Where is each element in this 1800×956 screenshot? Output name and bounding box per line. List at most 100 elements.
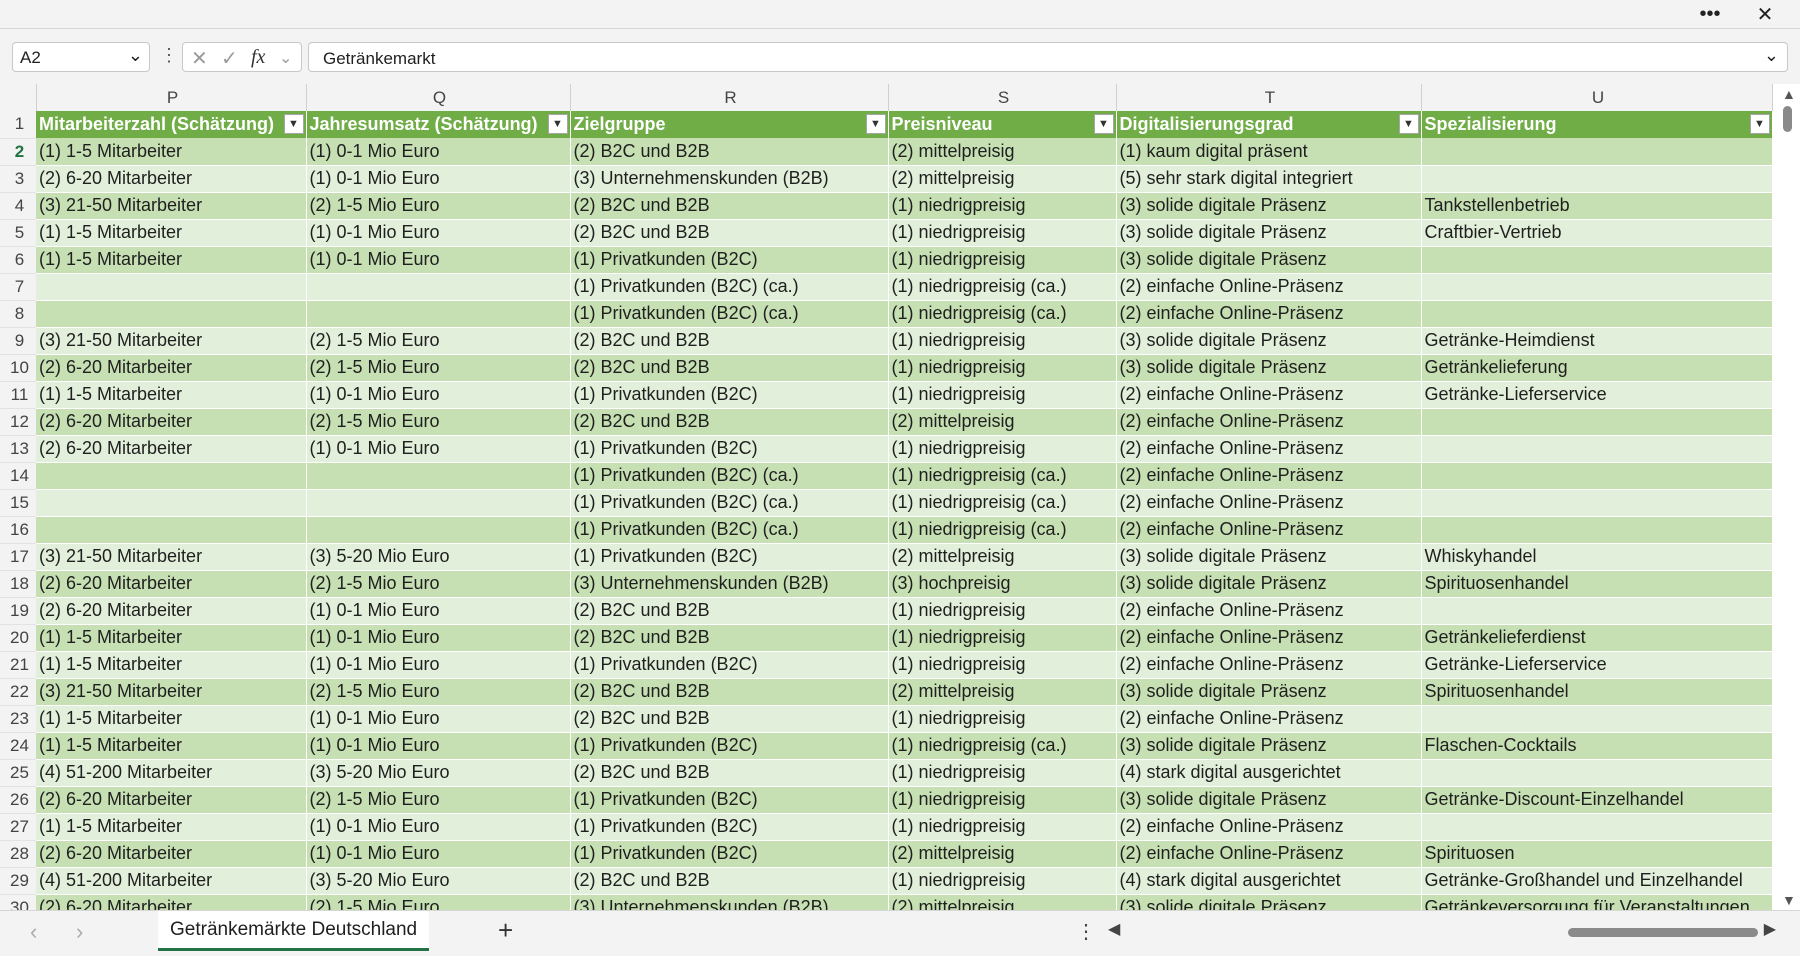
sheet-tab-active[interactable]: Getränkemärkte Deutschland	[158, 911, 430, 951]
table-cell[interactable]: (2) 6-20 Mitarbeiter	[36, 840, 307, 868]
close-icon[interactable]: ✕	[1745, 0, 1785, 28]
table-cell[interactable]: (1) 0-1 Mio Euro	[306, 435, 571, 463]
row-number[interactable]: 26	[0, 786, 36, 814]
table-cell[interactable]: (1) Privatkunden (B2C) (ca.)	[570, 300, 889, 328]
table-cell[interactable]: (1) Privatkunden (B2C) (ca.)	[570, 273, 889, 301]
table-cell[interactable]: Getränke-Heimdienst	[1421, 327, 1773, 355]
filter-dropdown-icon[interactable]: ▼	[1398, 114, 1419, 134]
row-number[interactable]: 28	[0, 840, 36, 868]
table-cell[interactable]: (1) 0-1 Mio Euro	[306, 219, 571, 247]
table-cell[interactable]: (1) 1-5 Mitarbeiter	[36, 732, 307, 760]
table-cell[interactable]: (2) 6-20 Mitarbeiter	[36, 408, 307, 436]
table-cell[interactable]: (1) 0-1 Mio Euro	[306, 624, 571, 652]
table-cell[interactable]: (3) Unternehmenskunden (B2B)	[570, 894, 889, 910]
table-cell[interactable]: (1) niedrigpreisig (ca.)	[888, 273, 1117, 301]
table-cell[interactable]	[36, 489, 307, 517]
table-cell[interactable]: Getränke-Lieferservice	[1421, 651, 1773, 679]
table-cell[interactable]: (2) B2C und B2B	[570, 624, 889, 652]
vertical-dots-icon[interactable]: ⋮	[1076, 919, 1096, 944]
row-number[interactable]: 9	[0, 327, 36, 355]
table-cell[interactable]: (2) einfache Online-Präsenz	[1116, 273, 1422, 301]
filter-dropdown-icon[interactable]: ▼	[283, 114, 304, 134]
table-cell[interactable]	[1421, 489, 1773, 517]
table-cell[interactable]: (1) niedrigpreisig	[888, 597, 1117, 625]
table-cell[interactable]: Tankstellenbetrieb	[1421, 192, 1773, 220]
table-cell[interactable]: (3) Unternehmenskunden (B2B)	[570, 570, 889, 598]
table-cell[interactable]: (1) niedrigpreisig (ca.)	[888, 732, 1117, 760]
table-cell[interactable]	[1421, 813, 1773, 841]
table-cell[interactable]: (1) Privatkunden (B2C)	[570, 732, 889, 760]
table-cell[interactable]	[306, 273, 571, 301]
table-cell[interactable]: (2) B2C und B2B	[570, 354, 889, 382]
table-cell[interactable]: (1) 0-1 Mio Euro	[306, 732, 571, 760]
table-cell[interactable]: (3) solide digitale Präsenz	[1116, 570, 1422, 598]
table-cell[interactable]: (1) 0-1 Mio Euro	[306, 840, 571, 868]
table-cell[interactable]: (2) mittelpreisig	[888, 678, 1117, 706]
table-cell[interactable]: (2) 1-5 Mio Euro	[306, 354, 571, 382]
table-cell[interactable]: (2) B2C und B2B	[570, 867, 889, 895]
table-cell[interactable]: (1) niedrigpreisig	[888, 651, 1117, 679]
table-header-cell[interactable]: Spezialisierung ▼	[1421, 111, 1773, 138]
row-number[interactable]: 29	[0, 867, 36, 895]
table-cell[interactable]: (1) Privatkunden (B2C)	[570, 840, 889, 868]
table-cell[interactable]: (1) Privatkunden (B2C) (ca.)	[570, 462, 889, 490]
table-cell[interactable]: (2) B2C und B2B	[570, 705, 889, 733]
row-number[interactable]: 20	[0, 624, 36, 652]
table-cell[interactable]: (2) einfache Online-Präsenz	[1116, 624, 1422, 652]
table-cell[interactable]	[1421, 273, 1773, 301]
table-cell[interactable]: (3) 21-50 Mitarbeiter	[36, 327, 307, 355]
table-cell[interactable]: (1) niedrigpreisig	[888, 354, 1117, 382]
table-cell[interactable]: (3) solide digitale Präsenz	[1116, 894, 1422, 910]
table-cell[interactable]: (1) 0-1 Mio Euro	[306, 165, 571, 193]
table-cell[interactable]: (2) 1-5 Mio Euro	[306, 678, 571, 706]
table-cell[interactable]: (2) B2C und B2B	[570, 327, 889, 355]
scroll-down-icon[interactable]: ▼	[1782, 892, 1796, 908]
table-cell[interactable]: (3) hochpreisig	[888, 570, 1117, 598]
table-cell[interactable]: (2) einfache Online-Präsenz	[1116, 300, 1422, 328]
row-number[interactable]: 30	[0, 894, 36, 910]
table-cell[interactable]	[1421, 435, 1773, 463]
horizontal-scrollbar[interactable]: ◀ ▶	[1108, 919, 1776, 945]
table-cell[interactable]	[36, 516, 307, 544]
select-all-corner[interactable]	[0, 84, 37, 111]
table-cell[interactable]: (1) 0-1 Mio Euro	[306, 705, 571, 733]
table-cell[interactable]: (1) niedrigpreisig	[888, 786, 1117, 814]
chevron-down-icon[interactable]: ⌄	[279, 48, 292, 68]
table-cell[interactable]	[306, 516, 571, 544]
table-cell[interactable]: (1) Privatkunden (B2C)	[570, 813, 889, 841]
table-cell[interactable]: (1) 0-1 Mio Euro	[306, 813, 571, 841]
table-cell[interactable]: (1) 1-5 Mitarbeiter	[36, 381, 307, 409]
table-cell[interactable]: (3) solide digitale Präsenz	[1116, 543, 1422, 571]
table-cell[interactable]: (2) 6-20 Mitarbeiter	[36, 570, 307, 598]
table-cell[interactable]: (2) mittelpreisig	[888, 543, 1117, 571]
table-cell[interactable]: (2) 6-20 Mitarbeiter	[36, 786, 307, 814]
table-cell[interactable]: Getränkeversorgung für Veranstaltungen	[1421, 894, 1773, 910]
scroll-thumb[interactable]	[1568, 928, 1758, 937]
table-cell[interactable]: (2) einfache Online-Präsenz	[1116, 435, 1422, 463]
table-cell[interactable]: (2) B2C und B2B	[570, 138, 889, 166]
table-cell[interactable]: (1) Privatkunden (B2C)	[570, 543, 889, 571]
table-cell[interactable]: (1) Privatkunden (B2C)	[570, 651, 889, 679]
table-cell[interactable]: (1) Privatkunden (B2C)	[570, 246, 889, 274]
cancel-icon[interactable]: ✕	[191, 46, 208, 71]
table-cell[interactable]	[36, 462, 307, 490]
table-cell[interactable]	[306, 300, 571, 328]
table-cell[interactable]: Spirituosenhandel	[1421, 570, 1773, 598]
table-cell[interactable]: (1) niedrigpreisig (ca.)	[888, 489, 1117, 517]
table-cell[interactable]: (2) B2C und B2B	[570, 678, 889, 706]
table-cell[interactable]: (1) Privatkunden (B2C)	[570, 435, 889, 463]
table-cell[interactable]: (2) B2C und B2B	[570, 759, 889, 787]
table-cell[interactable]: (1) 0-1 Mio Euro	[306, 246, 571, 274]
table-cell[interactable]: (3) solide digitale Präsenz	[1116, 354, 1422, 382]
table-cell[interactable]: (3) 5-20 Mio Euro	[306, 759, 571, 787]
scroll-right-icon[interactable]: ▶	[1764, 919, 1776, 939]
table-cell[interactable]	[1421, 408, 1773, 436]
filter-dropdown-icon[interactable]: ▼	[1093, 114, 1114, 134]
table-cell[interactable]	[1421, 246, 1773, 274]
table-cell[interactable]: (2) einfache Online-Präsenz	[1116, 489, 1422, 517]
table-cell[interactable]: (1) niedrigpreisig	[888, 624, 1117, 652]
column-header[interactable]: T	[1116, 84, 1422, 111]
table-cell[interactable]: (3) 5-20 Mio Euro	[306, 543, 571, 571]
table-cell[interactable]: (2) einfache Online-Präsenz	[1116, 381, 1422, 409]
table-cell[interactable]: (2) mittelpreisig	[888, 408, 1117, 436]
